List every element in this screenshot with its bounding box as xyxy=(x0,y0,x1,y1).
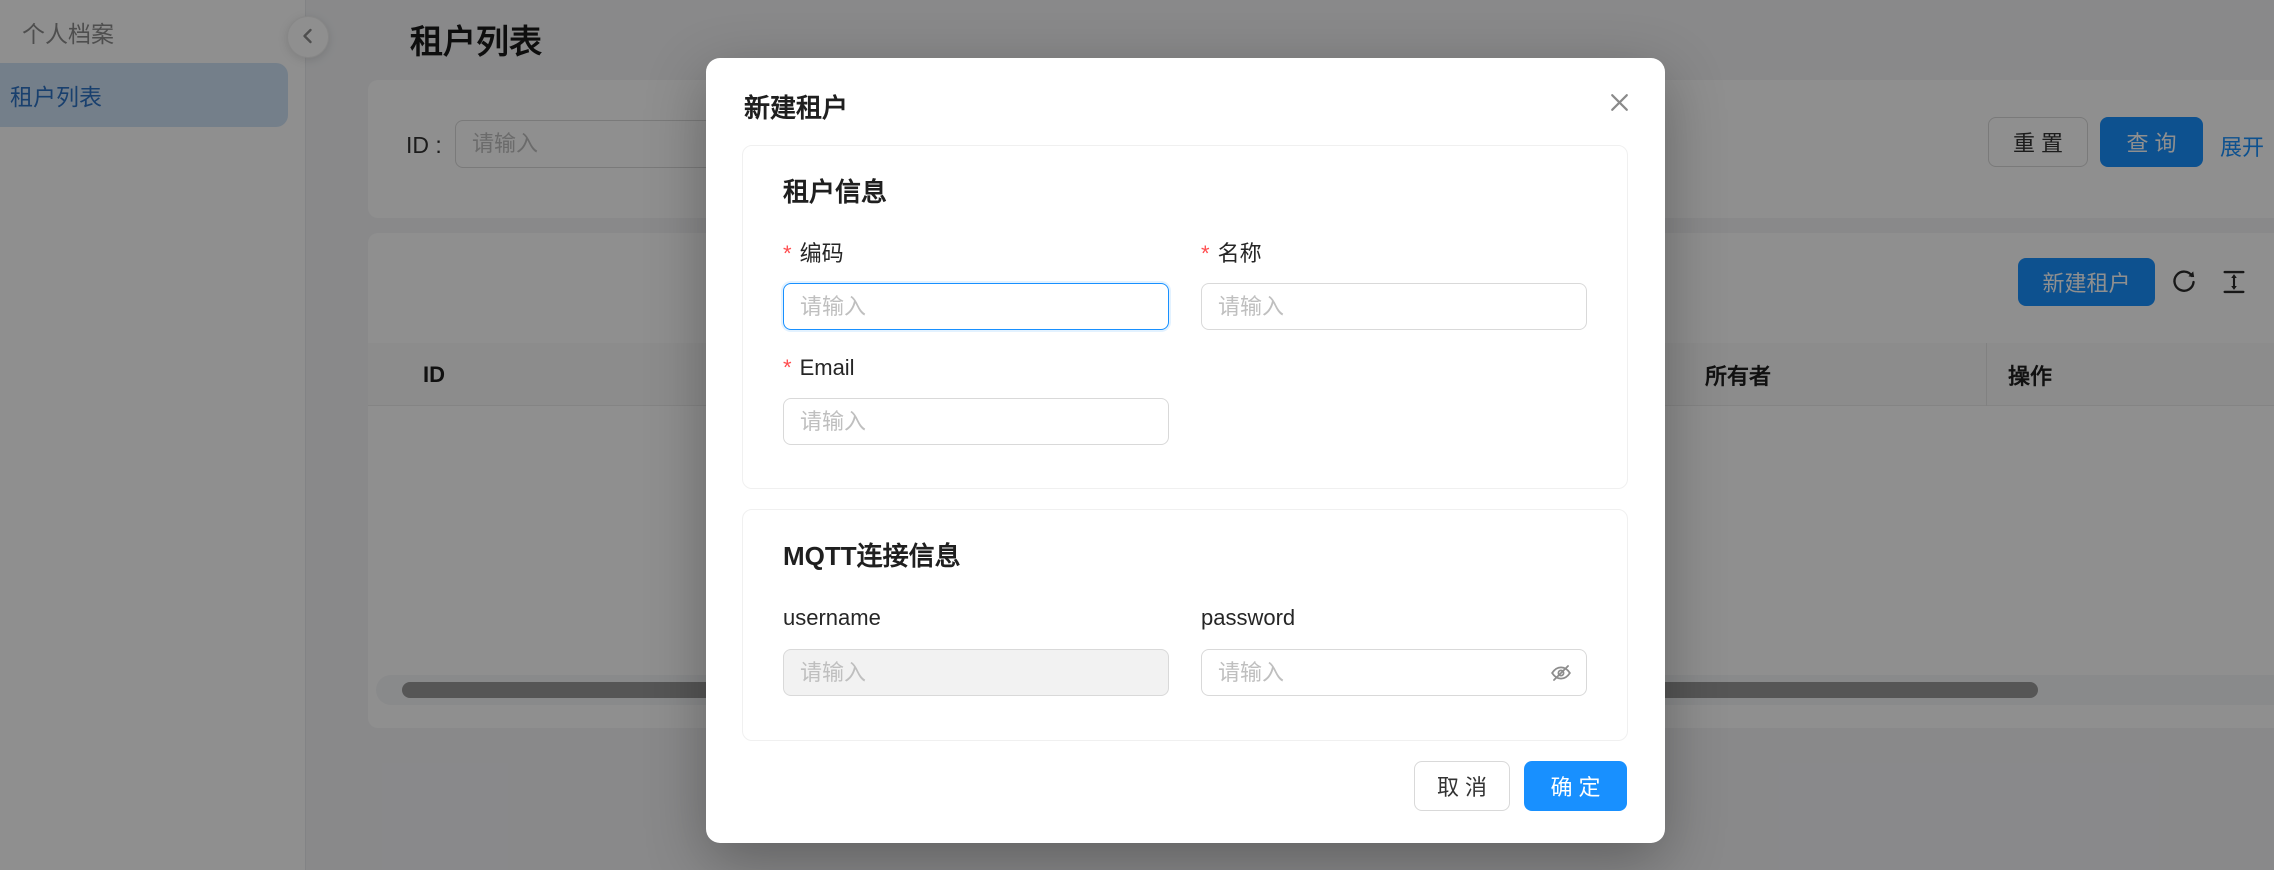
required-mark: * xyxy=(783,355,792,380)
cancel-button[interactable]: 取 消 xyxy=(1414,761,1510,811)
tenant-section-heading: 租户信息 xyxy=(783,172,887,209)
mqtt-info-section: MQTT连接信息 username password xyxy=(742,509,1628,741)
password-label: password xyxy=(1201,605,1295,631)
email-input[interactable] xyxy=(783,398,1169,445)
code-label: *编码 xyxy=(783,236,844,268)
required-mark: * xyxy=(1201,241,1210,266)
username-input[interactable] xyxy=(783,649,1169,696)
code-input[interactable] xyxy=(783,283,1169,330)
password-input[interactable] xyxy=(1201,649,1587,696)
ok-button[interactable]: 确 定 xyxy=(1524,761,1627,811)
modal-title: 新建租户 xyxy=(744,88,848,125)
close-icon[interactable] xyxy=(1599,82,1639,122)
email-label: *Email xyxy=(783,355,855,381)
name-input[interactable] xyxy=(1201,283,1587,330)
name-label: *名称 xyxy=(1201,236,1262,268)
required-mark: * xyxy=(783,241,792,266)
eye-invisible-icon[interactable] xyxy=(1545,657,1577,689)
password-field xyxy=(1201,649,1587,696)
tenant-info-section: 租户信息 *编码 *名称 *Email xyxy=(742,145,1628,489)
create-tenant-modal: 新建租户 租户信息 *编码 *名称 *Email MQTT连接信息 userna… xyxy=(706,58,1665,843)
username-label: username xyxy=(783,605,881,631)
mqtt-section-heading: MQTT连接信息 xyxy=(783,536,961,573)
